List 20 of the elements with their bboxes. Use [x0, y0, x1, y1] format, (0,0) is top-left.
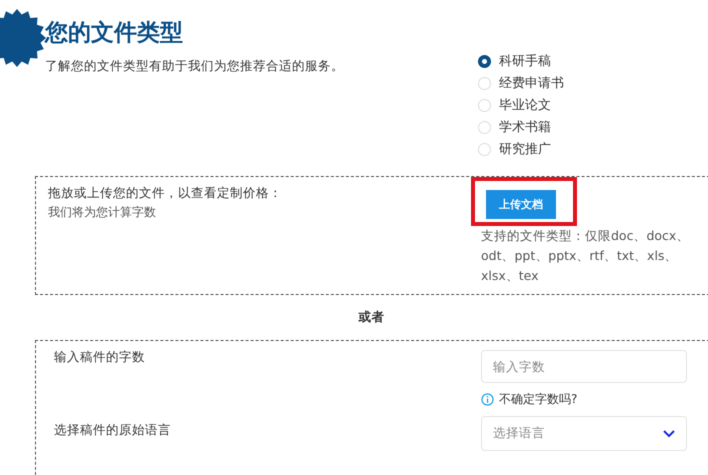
document-type-option[interactable]: 研究推广: [478, 140, 708, 158]
chevron-down-icon: [663, 430, 675, 438]
document-type-option[interactable]: 学术书籍: [478, 118, 708, 136]
word-count-hint[interactable]: 不确定字数吗?: [481, 391, 701, 408]
page-subtitle: 了解您的文件类型有助于我们为您推荐合适的服务。: [45, 58, 345, 75]
supported-formats: 支持的文件类型：仅限doc、docx、odt、ppt、pptx、rtf、txt、xls、xlsx、tex: [481, 227, 690, 285]
upload-title: 拖放或上传您的文件，以查看定制价格：: [48, 185, 283, 202]
language-label: 选择稿件的原始语言: [54, 422, 172, 439]
word-count-label: 输入稿件的字数: [54, 349, 146, 366]
document-type-option[interactable]: 科研手稿: [478, 52, 708, 70]
info-icon: [481, 393, 494, 406]
language-select[interactable]: 选择语言: [481, 416, 687, 451]
page-title: 您的文件类型: [45, 19, 184, 48]
document-type-option[interactable]: 经费申请书: [478, 74, 708, 92]
upload-note: 我们将为您计算字数: [48, 204, 157, 221]
word-count-field[interactable]: 输入字数: [481, 350, 687, 383]
upload-button[interactable]: 上传文档: [486, 190, 556, 219]
document-type-option[interactable]: 毕业论文: [478, 96, 708, 114]
or-divider: 或者: [357, 309, 386, 326]
upload-dropzone[interactable]: 拖放或上传您的文件，以查看定制价格： 我们将为您计算字数 上传文档 支持的文件类型：仅限doc、docx、odt、ppt、pptx、rtf、txt、xls、xlsx、tex: [35, 176, 708, 295]
